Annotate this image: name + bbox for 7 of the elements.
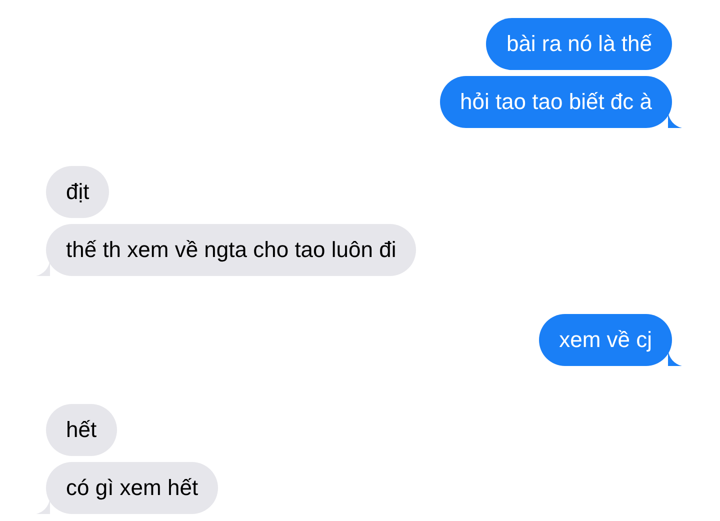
received-message-bubble: thế th xem về ngta cho tao luôn đi (46, 224, 416, 276)
sent-message-bubble: xem về cj (539, 314, 672, 366)
received-message-bubble: có gì xem hết (46, 462, 218, 514)
received-message-bubble: địt (46, 166, 110, 218)
sent-message-bubble: hỏi tao tao biết đc à (440, 76, 672, 128)
received-message-bubble: hết (46, 404, 117, 456)
sent-message-bubble: bài ra nó là thế (486, 18, 672, 70)
